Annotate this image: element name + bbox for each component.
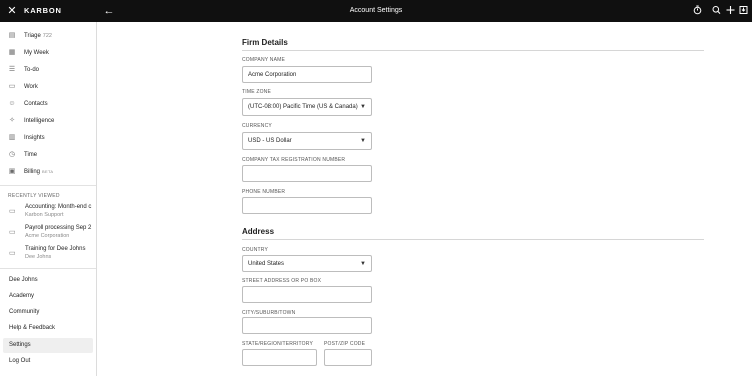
sidebar-item-log-out[interactable]: Log Out — [3, 354, 93, 369]
recent-item[interactable]: ▭ Accounting: Month-end c Karbon Support — [0, 203, 96, 223]
currency-select[interactable]: USD - US Dollar ▼ — [242, 132, 372, 150]
recent-item[interactable]: ▭ Training for Dee Johns Dee Johns — [0, 245, 96, 265]
sidebar-item-insights[interactable]: ▥ Insights — [0, 130, 96, 146]
recent-item-title: Accounting: Month-end c — [25, 204, 92, 210]
triage-icon: ▤ — [8, 32, 16, 39]
calendar-icon: ▦ — [8, 49, 16, 56]
sidebar-item-label: Community — [9, 309, 40, 315]
sidebar-item-triage[interactable]: ▤ Triage 722 — [0, 28, 96, 44]
company-name-value: Acme Corporation — [248, 72, 297, 78]
sidebar-item-label: Insights — [24, 135, 45, 141]
recent-item-title: Payroll processing Sep 2 — [25, 225, 92, 231]
state-input[interactable] — [242, 349, 317, 366]
zip-label: POST/ZIP CODE — [324, 341, 366, 347]
sidebar-item-label: My Week — [24, 50, 49, 56]
street-address-input[interactable] — [242, 286, 372, 303]
search-icon[interactable] — [711, 5, 721, 17]
sidebar-item-label: Time — [24, 152, 38, 158]
country-value: United States — [248, 261, 285, 267]
sidebar-item-profile[interactable]: Dee Johns — [3, 273, 93, 288]
sidebar-divider — [0, 268, 96, 269]
sidebar-item-work[interactable]: ▭ Work — [0, 79, 96, 95]
section-divider — [242, 239, 704, 240]
country-select[interactable]: United States ▼ — [242, 255, 372, 272]
street-address-label: STREET ADDRESS OR PO BOX — [242, 278, 322, 284]
recent-item-subtitle: Acme Corporation — [25, 233, 70, 239]
clock-icon: ◷ — [8, 151, 16, 158]
recent-item-title: Training for Dee Johns — [25, 246, 86, 252]
chevron-down-icon: ▼ — [360, 104, 366, 110]
country-label: COUNTRY — [242, 247, 269, 253]
triage-count: 722 — [42, 33, 52, 39]
company-name-label: COMPANY NAME — [242, 57, 286, 63]
chevron-down-icon: ▼ — [360, 138, 366, 144]
zip-input[interactable] — [324, 349, 372, 366]
sidebar-item-label: Dee Johns — [9, 277, 38, 283]
city-label: CITY/SUBURB/TOWN — [242, 310, 296, 316]
plus-icon[interactable] — [725, 5, 735, 17]
todo-icon: ☰ — [8, 66, 16, 73]
main-content: Firm Details COMPANY NAME Acme Corporati… — [97, 22, 752, 376]
sidebar-item-label: Triage — [24, 33, 41, 39]
sidebar-item-label: Billing — [24, 169, 41, 175]
state-label: STATE/REGION/TERRITORY — [242, 341, 313, 347]
beta-badge: BETA — [42, 169, 54, 174]
sidebar-item-help[interactable]: Help & Feedback — [3, 321, 93, 336]
sidebar-item-label: Contacts — [24, 101, 48, 107]
sidebar-item-billing[interactable]: ▣ Billing BETA — [0, 164, 96, 180]
time-zone-label: TIME ZONE — [242, 89, 272, 95]
tax-number-label: COMPANY TAX REGISTRATION NUMBER — [242, 157, 346, 163]
phone-number-label: PHONE NUMBER — [242, 189, 286, 195]
recent-item-subtitle: Dee Johns — [25, 254, 52, 260]
currency-value: USD - US Dollar — [248, 138, 292, 144]
work-item-icon: ▭ — [9, 208, 16, 215]
intelligence-icon: ✧ — [9, 117, 15, 124]
sidebar-item-academy[interactable]: Academy — [3, 289, 93, 304]
time-zone-value: (UTC-08:00) Pacific Time (US & Canada) — [248, 104, 358, 110]
sidebar-item-label: Academy — [9, 293, 35, 299]
inbox-icon[interactable] — [738, 5, 748, 17]
work-item-icon: ▭ — [9, 250, 16, 257]
sidebar-item-label: Log Out — [9, 358, 31, 364]
sidebar-item-my-week[interactable]: ▦ My Week — [0, 45, 96, 61]
sidebar-item-to-do[interactable]: ☰ To-do — [0, 62, 96, 78]
briefcase-icon: ▭ — [8, 83, 16, 90]
sidebar: ▤ Triage 722 ▦ My Week ☰ To-do ▭ Work ☺ C… — [0, 22, 97, 376]
sidebar-item-contacts[interactable]: ☺ Contacts — [0, 96, 96, 112]
recent-item[interactable]: ▭ Payroll processing Sep 2 Acme Corporat… — [0, 224, 96, 244]
sidebar-item-label: To-do — [24, 67, 40, 73]
top-bar: ✕ KARBON ← Account Settings — [0, 0, 752, 22]
work-item-icon: ▭ — [9, 229, 16, 236]
sidebar-item-community[interactable]: Community — [3, 305, 93, 320]
insights-icon: ▥ — [8, 134, 16, 141]
company-name-input[interactable]: Acme Corporation — [242, 66, 372, 83]
time-zone-select[interactable]: (UTC-08:00) Pacific Time (US & Canada) ▼ — [242, 98, 372, 116]
recently-viewed-heading: RECENTLY VIEWED — [8, 193, 60, 199]
section-divider — [242, 50, 704, 51]
city-input[interactable] — [242, 317, 372, 334]
sidebar-item-time[interactable]: ◷ Time — [0, 147, 96, 163]
currency-label: CURRENCY — [242, 123, 272, 129]
page-title: Account Settings — [349, 7, 403, 14]
contacts-icon: ☺ — [8, 100, 16, 107]
firm-details-heading: Firm Details — [242, 38, 288, 47]
timer-icon[interactable] — [692, 5, 702, 17]
chevron-down-icon: ▼ — [360, 261, 366, 267]
address-heading: Address — [242, 227, 275, 236]
sidebar-item-intelligence[interactable]: ✧ Intelligence — [0, 113, 96, 129]
sidebar-item-settings[interactable]: Settings — [3, 338, 93, 353]
sidebar-item-label: Help & Feedback — [9, 325, 56, 331]
sidebar-divider — [0, 185, 96, 186]
phone-number-input[interactable] — [242, 197, 372, 214]
sidebar-item-label: Settings — [9, 342, 31, 348]
sidebar-item-label: Intelligence — [24, 118, 55, 124]
sidebar-item-label: Work — [24, 84, 38, 90]
billing-icon: ▣ — [8, 168, 16, 175]
tax-number-input[interactable] — [242, 165, 372, 182]
recent-item-subtitle: Karbon Support — [25, 212, 64, 218]
